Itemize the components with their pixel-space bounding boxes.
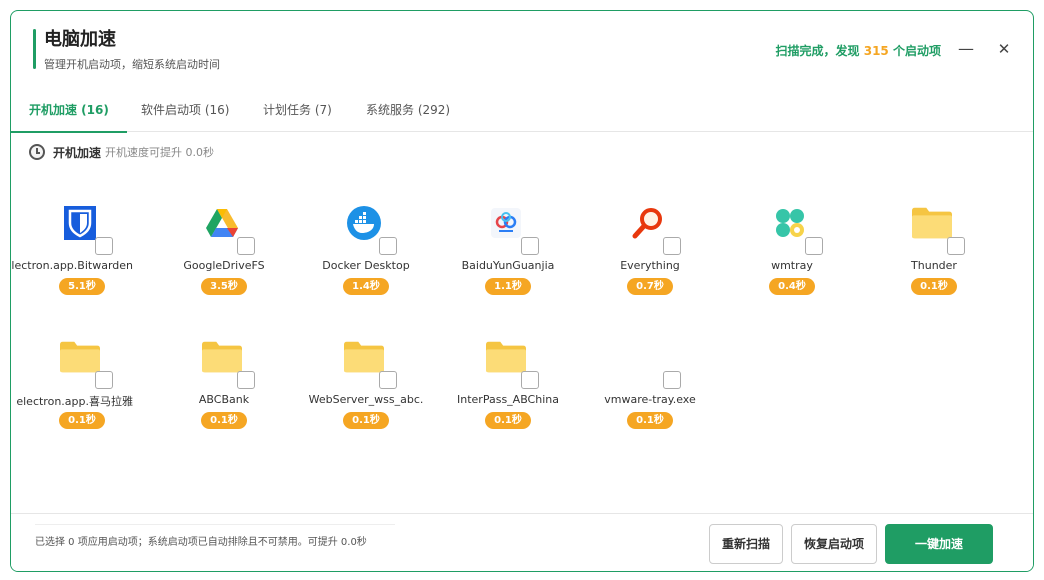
item-checkbox[interactable]: [805, 237, 823, 255]
tab-scheduled-tasks[interactable]: 计划任务 (7): [263, 101, 332, 132]
item-checkbox[interactable]: [663, 237, 681, 255]
scan-count: 315: [863, 44, 889, 58]
item-time-badge: 5.1秒: [59, 278, 105, 295]
folder-icon: [60, 337, 100, 377]
page-title: 电脑加速: [44, 29, 116, 50]
startup-item[interactable]: Docker Desktop 1.4秒: [295, 179, 437, 309]
bitwarden-icon: [60, 203, 100, 243]
startup-item[interactable]: wmtray 0.4秒: [721, 179, 863, 309]
startup-item[interactable]: InterPass_ABChina 0.1秒: [437, 313, 579, 443]
item-checkbox[interactable]: [947, 237, 965, 255]
tab-boot-speedup[interactable]: 开机加速 (16): [11, 101, 127, 133]
item-time-badge: 1.4秒: [343, 278, 389, 295]
item-checkbox[interactable]: [379, 371, 397, 389]
item-time-badge: 3.5秒: [201, 278, 247, 295]
item-checkbox[interactable]: [237, 237, 255, 255]
item-name: GoogleDriveFS: [183, 259, 265, 272]
startup-item[interactable]: Everything 0.7秒: [579, 179, 721, 309]
item-name: Docker Desktop: [322, 259, 410, 272]
tab-bar: 开机加速 (16) 软件启动项 (16) 计划任务 (7) 系统服务 (292): [11, 91, 1033, 133]
item-name: InterPass_ABChina: [457, 393, 559, 406]
minimize-icon[interactable]: —: [955, 38, 977, 60]
one-click-boost-button[interactable]: 一键加速: [885, 524, 993, 564]
speedup-window: 电脑加速 管理开机启动项，缩短系统启动时间 扫描完成，发现 315 个启动项 —…: [10, 10, 1034, 572]
item-time-badge: 0.1秒: [627, 412, 673, 429]
section-title: 开机加速: [53, 145, 102, 160]
item-time-badge: 0.4秒: [769, 278, 815, 295]
folder-icon: [202, 337, 242, 377]
item-name: vmware-tray.exe: [604, 393, 696, 406]
item-time-badge: 0.1秒: [201, 412, 247, 429]
tab-software-startup[interactable]: 软件启动项 (16): [141, 101, 229, 132]
selection-summary: 已选择 0 项应用启动项；系统启动项已自动排除且不可禁用。可提升 0.0秒: [35, 524, 395, 556]
page-subtitle: 管理开机启动项，缩短系统启动时间: [44, 58, 220, 71]
startup-item[interactable]: electron.app.Bitwarden 5.1秒: [11, 179, 153, 309]
docker-icon: [344, 203, 384, 243]
everything-search-icon: [628, 203, 668, 243]
item-time-badge: 0.1秒: [485, 412, 531, 429]
item-time-badge: 0.1秒: [911, 278, 957, 295]
item-name: WebServer_wss_abc.: [308, 393, 424, 406]
folder-icon: [486, 337, 526, 377]
header: 电脑加速 管理开机启动项，缩短系统启动时间 扫描完成，发现 315 个启动项 —…: [11, 11, 1033, 91]
startup-items-grid: electron.app.Bitwarden 5.1秒 GoogleDriveF…: [11, 179, 1033, 519]
item-name: ABCBank: [198, 393, 250, 406]
item-time-badge: 0.1秒: [343, 412, 389, 429]
item-time-badge: 0.7秒: [627, 278, 673, 295]
item-time-badge: 0.1秒: [59, 412, 105, 429]
item-checkbox[interactable]: [521, 371, 539, 389]
item-name: wmtray: [771, 259, 813, 272]
item-checkbox[interactable]: [95, 371, 113, 389]
startup-item[interactable]: BaiduYunGuanjia 1.1秒: [437, 179, 579, 309]
item-name: electron.app.喜马拉雅: [16, 395, 133, 408]
startup-item[interactable]: vmware-tray.exe 0.1秒: [579, 313, 721, 443]
item-name: BaiduYunGuanjia: [461, 259, 555, 272]
item-checkbox[interactable]: [237, 371, 255, 389]
google-drive-icon: [202, 203, 242, 243]
section-header: 开机加速 开机速度可提升 0.0秒: [29, 142, 214, 162]
close-icon[interactable]: ✕: [993, 38, 1015, 60]
scan-status-prefix: 扫描完成，发现: [775, 44, 860, 58]
scan-status: 扫描完成，发现 315 个启动项: [776, 42, 941, 59]
baidu-netdisk-icon: [486, 203, 526, 243]
section-desc: 开机速度可提升 0.0秒: [105, 146, 215, 159]
footer: 已选择 0 项应用启动项；系统启动项已自动排除且不可禁用。可提升 0.0秒 重新…: [11, 513, 1033, 571]
item-checkbox[interactable]: [663, 371, 681, 389]
item-checkbox[interactable]: [95, 237, 113, 255]
scan-status-suffix: 个启动项: [892, 44, 941, 58]
title-accent-bar: [33, 29, 36, 69]
startup-item[interactable]: Thunder 0.1秒: [863, 179, 1005, 309]
startup-item[interactable]: GoogleDriveFS 3.5秒: [153, 179, 295, 309]
tab-system-services[interactable]: 系统服务 (292): [366, 101, 450, 132]
item-name: Everything: [620, 259, 680, 272]
rescan-button[interactable]: 重新扫描: [709, 524, 783, 564]
startup-item[interactable]: ABCBank 0.1秒: [153, 313, 295, 443]
folder-icon: [344, 337, 384, 377]
restore-startup-button[interactable]: 恢复启动项: [791, 524, 877, 564]
item-name: Thunder: [911, 259, 957, 272]
startup-item[interactable]: WebServer_wss_abc. 0.1秒: [295, 313, 437, 443]
item-name: electron.app.Bitwarden: [10, 259, 133, 272]
folder-icon: [912, 203, 952, 243]
item-time-badge: 1.1秒: [485, 278, 531, 295]
wmtray-icon: [770, 203, 810, 243]
clock-icon: [29, 144, 45, 160]
startup-item[interactable]: electron.app.喜马拉雅 0.1秒: [11, 313, 153, 443]
item-checkbox[interactable]: [521, 237, 539, 255]
item-checkbox[interactable]: [379, 237, 397, 255]
